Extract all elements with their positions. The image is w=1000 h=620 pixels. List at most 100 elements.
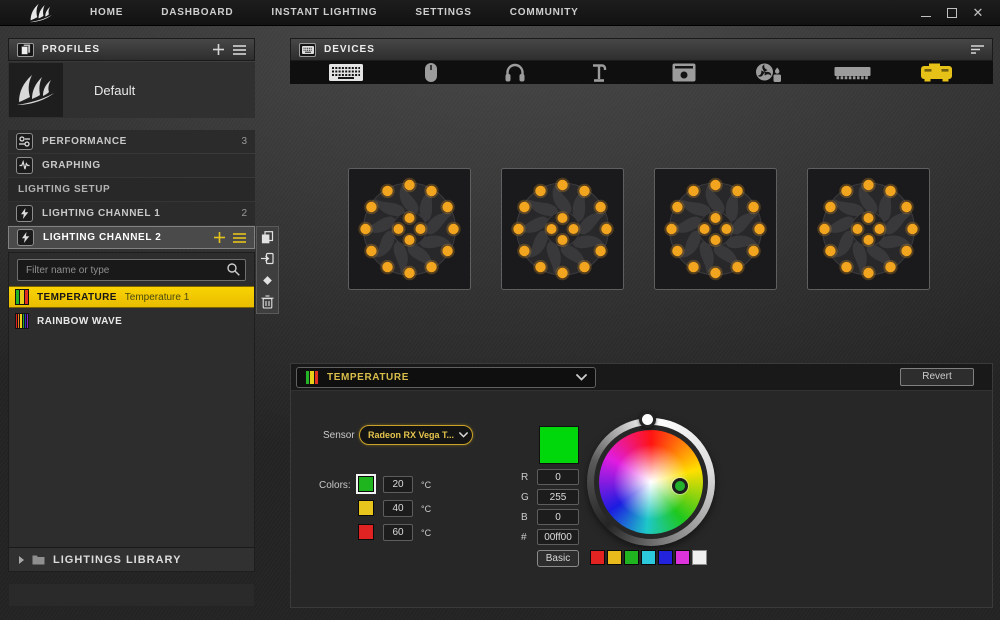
lightning-bolt-icon [17,229,34,246]
devices-title: DEVICES [324,44,375,55]
channel1-label: LIGHTING CHANNEL 1 [42,208,160,219]
nav-community[interactable]: COMMUNITY [510,7,579,18]
device-mouse[interactable] [388,61,472,84]
lighting-item-rainbow-wave[interactable]: RAINBOW WAVE [9,310,254,332]
channel1-badge: 2 [241,208,247,219]
swatch-yellow[interactable] [607,550,622,565]
sensor-value: Radeon RX Vega T... [368,430,454,440]
sensor-label: Sensor [323,430,355,441]
color-wheel [587,418,715,546]
profiles-header: PROFILES [8,38,255,61]
nav-home[interactable]: HOME [90,7,123,18]
fan-4[interactable] [807,168,930,290]
color-selector[interactable] [672,478,688,494]
search-icon [227,263,240,276]
folder-icon [32,554,45,565]
close-icon[interactable]: ✕ [972,7,984,19]
lighting-toolbar [256,226,279,314]
effect-dropdown[interactable]: TEMPERATURE [296,367,596,388]
profiles-icon [17,43,34,57]
sidebar-item-performance[interactable]: PERFORMANCE 3 [8,130,255,153]
brightness-knob[interactable] [639,411,656,428]
add-profile-icon[interactable] [213,44,224,55]
lightning-bolt-icon [16,205,33,222]
swatch-red[interactable] [590,550,605,565]
sidebar-item-lighting-channel-1[interactable]: LIGHTING CHANNEL 1 2 [8,202,255,225]
workspace: PROFILES Default PERFORMANCE 3 [0,26,1000,620]
fan-2[interactable] [501,168,624,290]
revert-button[interactable]: Revert [900,368,974,386]
profiles-menu-icon[interactable] [233,45,246,55]
g-input[interactable] [537,489,579,505]
color-stop-swatch-3[interactable] [358,524,374,540]
lighting-name: RAINBOW WAVE [37,316,122,327]
temperature-gradient-icon [15,289,29,305]
minimize-icon[interactable] [920,7,932,19]
lighting-detail: Temperature 1 [125,292,189,303]
rainbow-gradient-icon [15,313,29,329]
color-stop-swatch-2[interactable] [358,500,374,516]
basic-mode-button[interactable]: Basic [537,550,579,567]
device-lighting-node[interactable] [895,61,979,84]
device-cooler[interactable] [726,61,810,84]
maximize-icon[interactable] [946,7,958,19]
lighting-setup-label: LIGHTING SETUP [18,184,110,195]
device-headset-stand[interactable] [557,61,641,84]
temp-input-3[interactable] [383,524,413,541]
b-input[interactable] [537,509,579,525]
corsair-logo-icon [26,2,56,24]
swatch-green[interactable] [624,550,639,565]
sidebar-item-graphing[interactable]: GRAPHING [8,154,255,177]
r-input[interactable] [537,469,579,485]
colors-label: Colors: [319,480,351,491]
devices-icon [299,43,316,57]
swatch-white[interactable] [692,550,707,565]
b-label: B [521,512,533,523]
swatch-blue[interactable] [658,550,673,565]
unit-label: °C [421,504,431,514]
unit-label: °C [421,528,431,538]
hex-input[interactable] [537,529,579,545]
device-strip [290,61,993,84]
main-nav: HOME DASHBOARD INSTANT LIGHTING SETTINGS… [90,7,579,18]
delete-icon[interactable] [261,295,274,309]
fan-1[interactable] [348,168,471,290]
fan-canvas [348,168,930,290]
performance-badge: 3 [241,136,247,147]
lighting-name: TEMPERATURE [37,292,117,303]
sidebar-footer-bar [8,583,255,607]
color-stop-swatch-1[interactable] [358,476,374,492]
effect-bar: TEMPERATURE Revert [291,364,992,391]
swatch-cyan[interactable] [641,550,656,565]
nav-settings[interactable]: SETTINGS [415,7,471,18]
sensor-dropdown[interactable]: Radeon RX Vega T... [359,425,473,445]
expand-caret-icon [19,556,24,564]
profile-default[interactable]: Default [8,62,255,118]
channel2-menu-icon[interactable] [233,233,246,243]
sidebar-item-lighting-channel-2[interactable]: LIGHTING CHANNEL 2 [8,226,255,249]
lightings-library-row[interactable]: LIGHTINGS LIBRARY [9,547,254,571]
library-label: LIGHTINGS LIBRARY [53,554,181,566]
device-memory[interactable] [810,61,894,84]
devices-header: DEVICES [290,38,993,61]
lighting-settings-panel: TEMPERATURE Revert Sensor Radeon RX Vega… [290,363,993,608]
nav-instant-lighting[interactable]: INSTANT LIGHTING [271,7,377,18]
device-power-supply[interactable] [642,61,726,84]
temp-input-2[interactable] [383,500,413,517]
device-keyboard[interactable] [304,61,388,84]
filter-input[interactable] [17,259,246,281]
swatch-magenta[interactable] [675,550,690,565]
profiles-panel: PROFILES Default [8,38,255,118]
app-window: HOME DASHBOARD INSTANT LIGHTING SETTINGS… [0,0,1000,620]
lighting-item-temperature[interactable]: TEMPERATURE Temperature 1 [9,286,254,308]
temp-input-1[interactable] [383,476,413,493]
import-icon[interactable] [261,252,274,265]
copy-icon[interactable] [261,231,274,244]
diamond-icon[interactable] [261,274,274,287]
add-lighting-icon[interactable] [214,232,225,243]
effect-label: TEMPERATURE [327,372,409,383]
nav-dashboard[interactable]: DASHBOARD [161,7,233,18]
devices-sort-icon[interactable] [971,45,984,54]
fan-3[interactable] [654,168,777,290]
device-headset[interactable] [473,61,557,84]
